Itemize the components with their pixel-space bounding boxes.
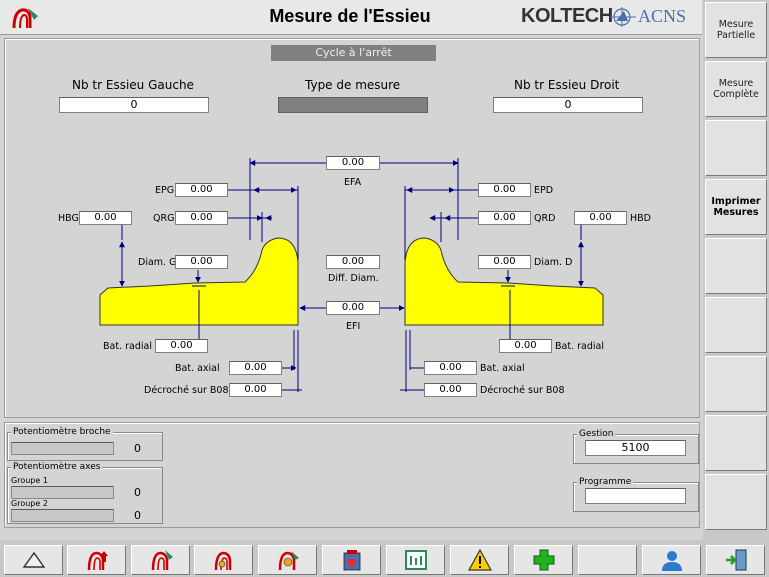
groupe2-label: Groupe 2 bbox=[11, 499, 48, 508]
diam-d-value: 0.00 bbox=[478, 255, 531, 269]
empty-button[interactable] bbox=[578, 545, 637, 575]
decroche-d-label: Décroché sur B08 bbox=[480, 385, 565, 396]
add-button[interactable] bbox=[514, 545, 573, 575]
diff-diam-label: Diff. Diam. bbox=[328, 273, 379, 284]
spindle-gear-icon bbox=[214, 551, 231, 571]
epg-value: 0.00 bbox=[175, 183, 228, 197]
warning-button[interactable] bbox=[450, 545, 509, 575]
user-button[interactable] bbox=[642, 545, 701, 575]
tool-icon bbox=[151, 550, 173, 571]
axle-profile-drawing bbox=[99, 158, 604, 392]
gestion-value: 5100 bbox=[585, 440, 686, 456]
decroche-d-value: 0.00 bbox=[424, 383, 477, 397]
bat-radial-d-label: Bat. radial bbox=[555, 341, 604, 352]
counter-button[interactable] bbox=[386, 545, 445, 575]
add-icon bbox=[533, 549, 554, 571]
side-button-3[interactable] bbox=[705, 120, 767, 176]
bat-radial-d-value: 0.00 bbox=[499, 339, 552, 353]
exit-button[interactable] bbox=[706, 545, 765, 575]
decroche-g-value: 0.00 bbox=[229, 383, 282, 397]
efa-label: EFA bbox=[344, 177, 362, 188]
bat-radial-g-label: Bat. radial bbox=[103, 341, 152, 352]
user-icon bbox=[661, 551, 682, 571]
spindle-up-icon bbox=[87, 551, 108, 571]
hbg-label: HBG bbox=[58, 213, 79, 224]
tool-button[interactable] bbox=[131, 545, 190, 575]
side-button-5[interactable] bbox=[705, 238, 767, 294]
side-button-8[interactable] bbox=[705, 415, 767, 471]
efi-value: 0.00 bbox=[326, 301, 380, 315]
right-wheel-profile bbox=[404, 237, 604, 326]
exit-icon bbox=[725, 549, 746, 571]
diam-g-label: Diam. G bbox=[138, 257, 177, 268]
bat-axial-d-value: 0.00 bbox=[424, 361, 477, 375]
diam-g-value: 0.00 bbox=[175, 255, 228, 269]
probe-icon bbox=[278, 551, 299, 571]
bat-axial-g-label: Bat. axial bbox=[175, 363, 220, 374]
epd-value: 0.00 bbox=[478, 183, 531, 197]
potentiometre-broche-title: Potentiomètre broche bbox=[11, 427, 113, 437]
machine-icon bbox=[343, 550, 360, 571]
efa-value: 0.00 bbox=[326, 156, 380, 170]
diff-diam-value: 0.00 bbox=[326, 255, 380, 269]
bat-radial-g-value: 0.00 bbox=[155, 339, 208, 353]
diam-d-label: Diam. D bbox=[534, 257, 573, 268]
qrg-value: 0.00 bbox=[175, 211, 228, 225]
groupe2-value: 0 bbox=[134, 509, 141, 522]
mesure-partielle-button[interactable]: Mesure Partielle bbox=[705, 2, 767, 58]
qrg-label: QRG bbox=[153, 213, 175, 224]
spindle-gear-button[interactable] bbox=[194, 545, 253, 575]
epd-label: EPD bbox=[534, 185, 554, 196]
programme-value bbox=[585, 488, 686, 504]
potentiometre-axes-title: Potentiomètre axes bbox=[11, 462, 103, 472]
potentiometre-broche-gauge bbox=[11, 442, 114, 455]
triangle-up-icon bbox=[22, 551, 45, 568]
side-button-9[interactable] bbox=[705, 474, 767, 530]
side-button-7[interactable] bbox=[705, 356, 767, 412]
qrd-label: QRD bbox=[534, 213, 556, 224]
epg-label: EPG bbox=[155, 185, 175, 196]
decroche-g-label: Décroché sur B08 bbox=[144, 385, 229, 396]
groupe1-value: 0 bbox=[134, 486, 141, 499]
warning-icon bbox=[467, 548, 492, 571]
mesure-complete-button[interactable]: Mesure Complète bbox=[705, 61, 767, 117]
groupe1-label: Groupe 1 bbox=[11, 476, 48, 485]
programme-title: Programme bbox=[577, 477, 634, 487]
counter-icon bbox=[404, 550, 427, 570]
gestion-title: Gestion bbox=[577, 429, 616, 439]
hbg-value: 0.00 bbox=[79, 211, 132, 225]
spindle-up-button[interactable] bbox=[67, 545, 126, 575]
potentiometre-broche-value: 0 bbox=[134, 442, 141, 455]
bat-axial-g-value: 0.00 bbox=[229, 361, 282, 375]
machine-button[interactable] bbox=[322, 545, 381, 575]
groupe1-gauge bbox=[11, 486, 114, 499]
bat-axial-d-label: Bat. axial bbox=[480, 363, 525, 374]
probe-button[interactable] bbox=[258, 545, 317, 575]
side-button-6[interactable] bbox=[705, 297, 767, 353]
hbd-value: 0.00 bbox=[574, 211, 627, 225]
imprimer-mesures-button[interactable]: Imprimer Mesures bbox=[705, 179, 767, 235]
efi-label: EFI bbox=[346, 321, 361, 332]
triangle-up-button[interactable] bbox=[4, 545, 63, 575]
hbd-label: HBD bbox=[630, 213, 651, 224]
qrd-value: 0.00 bbox=[478, 211, 531, 225]
groupe2-gauge bbox=[11, 509, 114, 522]
